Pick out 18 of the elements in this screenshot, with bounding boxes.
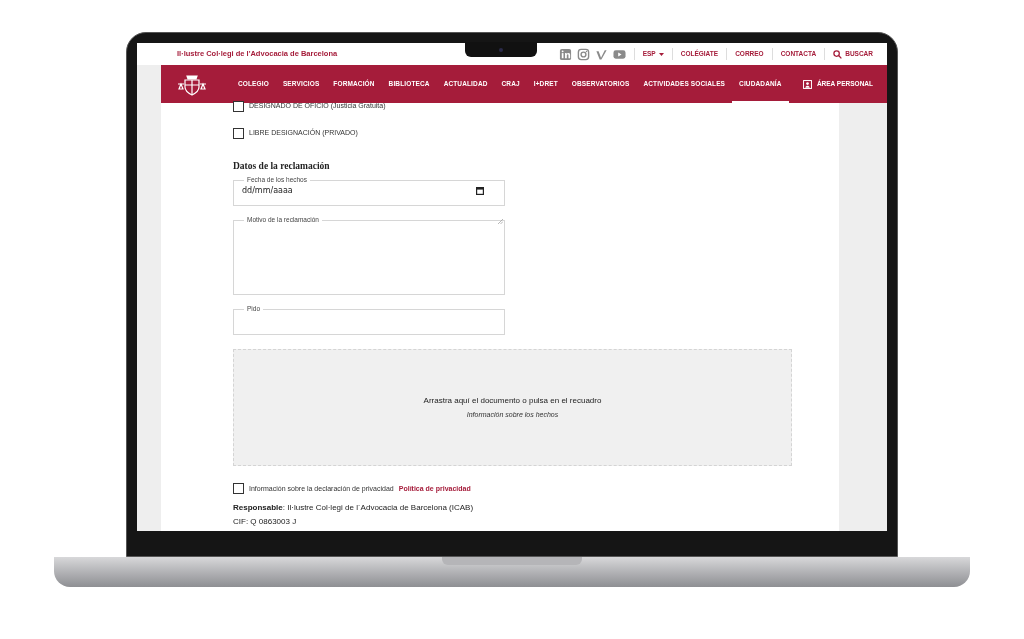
section-heading: Datos de la reclamación xyxy=(233,160,331,173)
coat-of-arms-logo[interactable] xyxy=(177,72,207,96)
play-button-icon[interactable] xyxy=(612,47,626,61)
legal-text: Responsable: Il·lustre Col·legi de l´Advocacia de Barcelona (ICAB) xyxy=(233,502,475,515)
user-icon xyxy=(802,79,812,89)
legal-text: CIF: Q 0863003 J xyxy=(233,516,298,529)
search-icon xyxy=(833,49,843,59)
v-letter-icon[interactable] xyxy=(594,47,608,61)
instagram-icon[interactable] xyxy=(576,47,590,61)
checkbox[interactable] xyxy=(233,101,244,112)
checkbox[interactable] xyxy=(233,483,244,495)
calendar-icon[interactable] xyxy=(476,187,484,198)
dropzone-instruction: Arrastra aquí el documento o pulsa en el recuadro xyxy=(423,395,602,407)
camera-notch xyxy=(465,42,537,57)
checkbox[interactable] xyxy=(233,128,244,139)
resize-handle-icon[interactable] xyxy=(498,219,503,224)
linkedin-icon[interactable] xyxy=(558,47,572,61)
caret-icon xyxy=(658,52,664,56)
